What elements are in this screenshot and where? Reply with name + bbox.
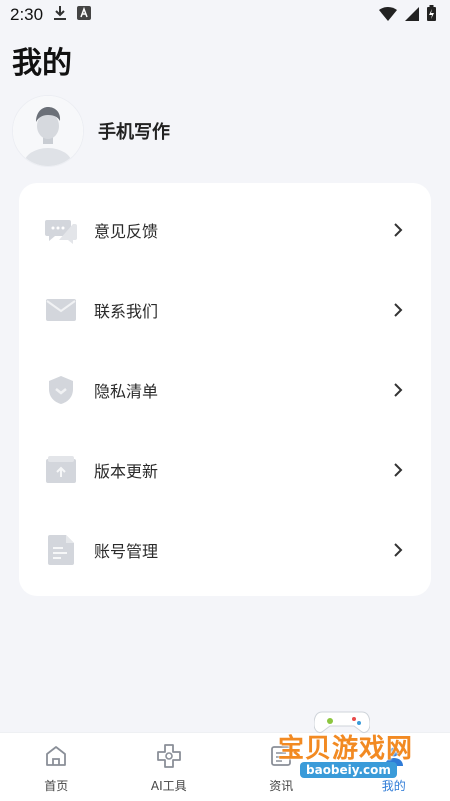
avatar[interactable] — [12, 95, 84, 167]
menu-item-account[interactable]: 账号管理 — [19, 510, 431, 590]
nav-profile[interactable]: 我的 — [338, 733, 450, 801]
menu-item-label: 联系我们 — [94, 298, 391, 322]
nav-label: 资讯 — [269, 777, 293, 794]
nav-label: 我的 — [382, 777, 406, 794]
nav-ai-tools[interactable]: AI工具 — [113, 733, 226, 801]
chevron-right-icon — [391, 463, 405, 477]
nav-label: 首页 — [44, 777, 68, 794]
chevron-right-icon — [391, 543, 405, 557]
battery-icon — [427, 5, 436, 25]
profile-section[interactable]: 手机写作 — [12, 95, 170, 167]
menu-item-label: 意见反馈 — [94, 218, 391, 242]
status-right — [379, 5, 436, 25]
menu-item-privacy[interactable]: 隐私清单 — [19, 350, 431, 430]
username: 手机写作 — [98, 118, 170, 144]
wifi-icon — [379, 6, 397, 25]
profile-icon — [381, 743, 407, 769]
signal-icon — [405, 6, 419, 25]
ai-tools-icon — [156, 743, 182, 769]
menu-card: 意见反馈 联系我们 隐私清单 — [19, 183, 431, 596]
nav-label: AI工具 — [151, 777, 187, 794]
status-time: 2:30 — [10, 5, 43, 25]
shield-icon — [45, 374, 77, 406]
menu-item-label: 版本更新 — [94, 458, 391, 482]
default-avatar-icon — [13, 96, 83, 166]
nav-home[interactable]: 首页 — [0, 733, 113, 801]
status-bar: 2:30 — [0, 0, 450, 30]
menu-item-update[interactable]: 版本更新 — [19, 430, 431, 510]
chevron-right-icon — [391, 383, 405, 397]
gamepad-logo-icon — [314, 706, 370, 734]
menu-item-label: 隐私清单 — [94, 378, 391, 402]
status-left: 2:30 — [10, 5, 91, 26]
bottom-nav: 首页 AI工具 资讯 我的 — [0, 732, 450, 801]
menu-item-contact[interactable]: 联系我们 — [19, 270, 431, 350]
menu-item-feedback[interactable]: 意见反馈 — [19, 190, 431, 270]
mail-icon — [45, 294, 77, 326]
news-icon — [268, 743, 294, 769]
page-title: 我的 — [12, 38, 72, 82]
chat-bubbles-icon — [45, 214, 77, 246]
app-notification-icon — [77, 5, 91, 25]
document-icon — [45, 534, 77, 566]
download-icon — [53, 5, 67, 26]
nav-news[interactable]: 资讯 — [225, 733, 338, 801]
home-icon — [43, 743, 69, 769]
upload-box-icon — [45, 454, 77, 486]
menu-item-label: 账号管理 — [94, 538, 391, 562]
chevron-right-icon — [391, 303, 405, 317]
chevron-right-icon — [391, 223, 405, 237]
